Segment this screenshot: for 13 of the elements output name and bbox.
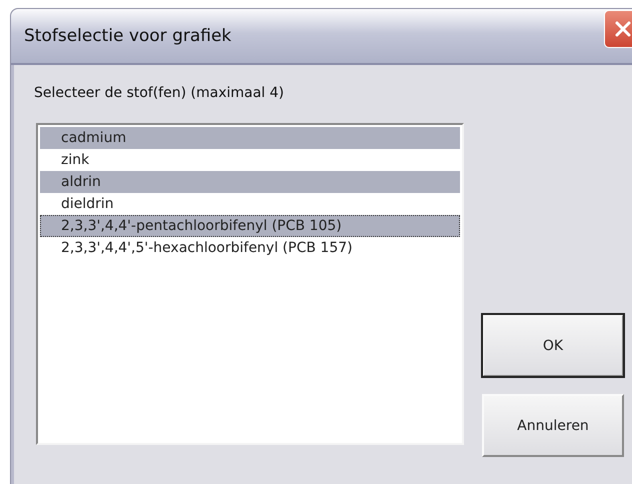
list-item[interactable]: aldrin xyxy=(40,171,460,193)
close-button[interactable] xyxy=(604,10,632,48)
dialog-button[interactable]: Annuleren xyxy=(482,394,624,457)
list-item[interactable]: zink xyxy=(40,149,460,171)
window-title: Stofselectie voor grafiek xyxy=(24,26,232,46)
dialog-button[interactable]: OK xyxy=(482,314,624,377)
list-item[interactable]: 2,3,3',4,4'-pentachloorbifenyl (PCB 105) xyxy=(40,215,460,237)
close-icon xyxy=(614,20,632,38)
prompt-label: Selecteer de stof(fen) (maximaal 4) xyxy=(34,85,285,101)
list-item[interactable]: cadmium xyxy=(40,127,460,149)
list-item[interactable]: 2,3,3',4,4',5'-hexachloorbifenyl (PCB 157) xyxy=(40,237,460,259)
list-item[interactable]: dieldrin xyxy=(40,193,460,215)
substance-list[interactable]: cadmium zink aldrin dieldrin 2,3,3',4,4'-pentachloorbifenyl (PCB 105) 2,3,3',4,4',5'-hexachloorbifenyl (PCB 157) xyxy=(36,123,464,445)
